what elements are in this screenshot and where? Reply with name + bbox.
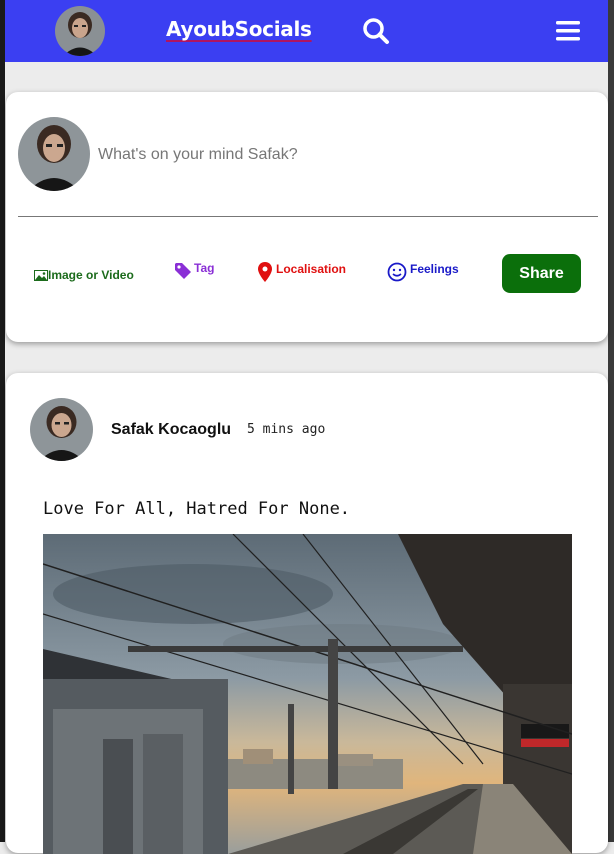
- avatar[interactable]: [18, 117, 90, 191]
- location-pin-icon: [258, 262, 272, 282]
- share-button[interactable]: Share: [502, 254, 581, 293]
- feelings-label: Feelings: [410, 262, 459, 276]
- post-composer: Image or Video Tag Localisation Feelings…: [6, 92, 608, 342]
- post-text: Love For All, Hatred For None.: [43, 499, 351, 519]
- feelings-button[interactable]: Feelings: [387, 262, 459, 282]
- avatar[interactable]: [55, 6, 105, 56]
- localisation-label: Localisation: [276, 262, 347, 276]
- smiley-icon: [387, 262, 407, 282]
- post-card: Safak Kocaoglu 5 mins ago Love For All, …: [6, 373, 608, 854]
- train-station-photo: [43, 534, 572, 854]
- localisation-button[interactable]: Localisation: [258, 262, 346, 282]
- menu-icon[interactable]: [556, 20, 580, 42]
- tag-label: Tag: [194, 261, 215, 275]
- tag-button[interactable]: Tag: [174, 261, 215, 280]
- post-image[interactable]: [43, 534, 572, 854]
- profile-photo: [55, 6, 105, 56]
- image-video-button[interactable]: Image or Video: [34, 268, 134, 282]
- tag-icon: [175, 263, 191, 279]
- image-icon: [34, 269, 48, 281]
- divider: [18, 216, 598, 217]
- scrollbar[interactable]: [608, 0, 614, 842]
- post-author-name[interactable]: Safak Kocaoglu: [111, 421, 231, 439]
- search-icon[interactable]: [362, 17, 390, 45]
- window-left-edge: [0, 0, 5, 842]
- top-navbar: AyoubSocials: [5, 0, 608, 62]
- profile-photo: [30, 398, 93, 461]
- image-video-label: Image or Video: [48, 268, 134, 282]
- brand-title[interactable]: AyoubSocials: [166, 17, 312, 41]
- post-timestamp: 5 mins ago: [247, 422, 326, 437]
- status-input[interactable]: [96, 142, 580, 168]
- author-avatar[interactable]: [30, 398, 93, 461]
- profile-photo: [18, 117, 90, 191]
